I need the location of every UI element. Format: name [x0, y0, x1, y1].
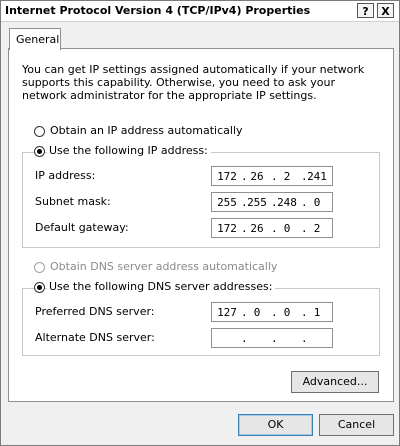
help-button[interactable]: ?: [357, 3, 374, 18]
obtain-ip-auto-radio[interactable]: [34, 126, 45, 137]
use-following-dns-label[interactable]: Use the following DNS server addresses:: [47, 280, 276, 293]
intro-text: You can get IP settings assigned automat…: [22, 63, 365, 102]
close-button[interactable]: X: [377, 3, 394, 18]
tab-general[interactable]: General: [9, 28, 61, 50]
gateway-octet-1: 172: [217, 222, 237, 235]
default-gateway-label: Default gateway:: [35, 221, 129, 234]
alternate-dns-label: Alternate DNS server:: [35, 331, 155, 344]
pdns-octet-4: 1: [313, 306, 321, 319]
dot-separator: .: [271, 332, 278, 345]
default-gateway-field[interactable]: 172 . 26 . 0 . 2: [211, 218, 333, 238]
preferred-dns-field[interactable]: 127 . 0 . 0 . 1: [211, 302, 333, 322]
subnet-octet-1: 255: [217, 196, 237, 209]
obtain-dns-auto-label[interactable]: Obtain DNS server address automatically: [50, 260, 277, 273]
ip-octet-2: 26: [250, 170, 264, 183]
preferred-dns-label: Preferred DNS server:: [35, 305, 155, 318]
ip-octet-3: 2: [283, 170, 291, 183]
ip-address-field[interactable]: 172 . 26 . 2 . 241: [211, 166, 333, 186]
subnet-octet-3: 248: [277, 196, 297, 209]
pdns-octet-1: 127: [217, 306, 237, 319]
use-following-ip-label[interactable]: Use the following IP address:: [47, 144, 211, 157]
ip-octet-1: 172: [217, 170, 237, 183]
cancel-button[interactable]: Cancel: [319, 414, 394, 436]
obtain-dns-auto-radio[interactable]: [34, 262, 45, 273]
gateway-octet-4: 2: [313, 222, 321, 235]
tab-general-label: General: [16, 33, 60, 46]
subnet-mask-field[interactable]: 255 . 255 . 248 . 0: [211, 192, 333, 212]
dot-separator: .: [301, 332, 308, 345]
use-following-dns-radio[interactable]: [34, 282, 45, 293]
pdns-octet-2: 0: [253, 306, 261, 319]
properties-dialog: Internet Protocol Version 4 (TCP/IPv4) P…: [0, 0, 400, 446]
gateway-octet-2: 26: [250, 222, 264, 235]
pdns-octet-3: 0: [283, 306, 291, 319]
dot-separator: .: [241, 332, 248, 345]
ok-button[interactable]: OK: [238, 414, 313, 436]
window-title: Internet Protocol Version 4 (TCP/IPv4) P…: [5, 4, 311, 17]
use-following-ip-radio[interactable]: [34, 146, 45, 157]
ip-octet-4: 241: [307, 170, 327, 183]
subnet-octet-4: 0: [313, 196, 321, 209]
obtain-ip-auto-label[interactable]: Obtain an IP address automatically: [50, 124, 243, 137]
advanced-button[interactable]: Advanced...: [291, 371, 379, 393]
ip-address-label: IP address:: [35, 169, 96, 182]
subnet-mask-label: Subnet mask:: [35, 195, 111, 208]
alternate-dns-field[interactable]: . . .: [211, 328, 333, 348]
subnet-octet-2: 255: [247, 196, 267, 209]
gateway-octet-3: 0: [283, 222, 291, 235]
title-bar: Internet Protocol Version 4 (TCP/IPv4) P…: [1, 1, 399, 22]
general-panel: You can get IP settings assigned automat…: [8, 48, 394, 402]
